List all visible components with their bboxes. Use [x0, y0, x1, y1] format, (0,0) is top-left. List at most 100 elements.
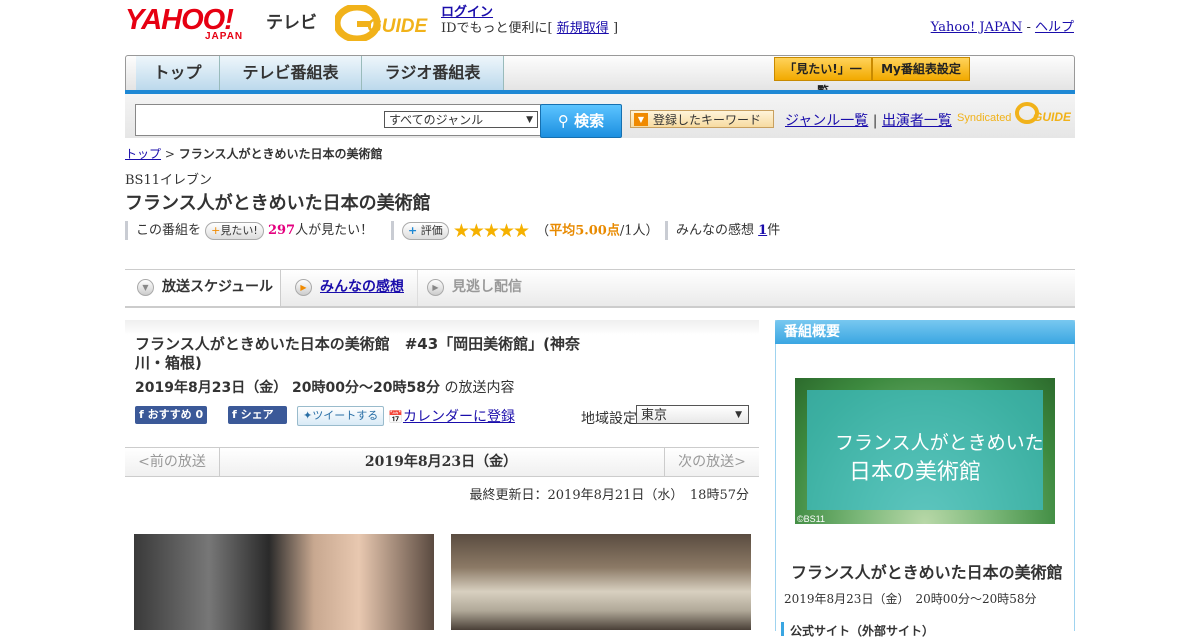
chevron-right-icon: ▶ [427, 278, 444, 296]
tab-impressions-label: みんなの感想 [320, 279, 404, 295]
facebook-share-label: シェア [240, 408, 274, 421]
facebook-icon: f [232, 408, 237, 421]
tv-logo-text[interactable]: テレビ [266, 8, 317, 33]
links-divider: | [872, 113, 878, 129]
chevron-down-icon: ▼ [137, 278, 154, 296]
tab-schedule[interactable]: ▼ 放送スケジュール [125, 270, 281, 306]
episode-photo-2 [451, 534, 751, 630]
rating-average: 平均5.00点 [549, 223, 620, 239]
calendar-register[interactable]: 📅カレンダーに登録 [388, 406, 515, 426]
breadcrumb: トップ > フランス人がときめいた日本の美術館 [125, 145, 383, 162]
want-button[interactable]: +見たい! [205, 221, 264, 240]
facebook-icon: f [139, 408, 144, 421]
impressions-label: みんなの感想 [676, 223, 755, 238]
rating-people: /1人） [619, 223, 659, 239]
nav-tab-top[interactable]: トップ [136, 56, 220, 90]
plus-icon: + [408, 224, 418, 237]
nav-tab-radio-schedule[interactable]: ラジオ番組表 [362, 56, 504, 90]
top-right-links: Yahoo! JAPAN - ヘルプ [931, 16, 1074, 35]
region-select[interactable]: 東京 ▼ [636, 405, 749, 424]
impressions-section: みんなの感想 1件 [676, 221, 780, 241]
stats-divider [391, 221, 394, 240]
tab-divider [417, 270, 418, 306]
stats-divider [125, 221, 128, 240]
calendar-register-link[interactable]: カレンダーに登録 [403, 409, 515, 425]
genre-list-link[interactable]: ジャンル一覧 [785, 113, 868, 129]
dropdown-arrow-icon: ▼ [735, 410, 742, 420]
arrow-down-icon: ▼ [634, 113, 648, 126]
want-prefix: この番組を [136, 223, 202, 238]
nav-tab-tv-schedule[interactable]: テレビ番組表 [220, 56, 362, 90]
region-label: 地域設定 [581, 411, 637, 427]
login-desc-post: ] [612, 21, 619, 36]
login-area: ログイン IDでもっと便利に[ 新規取得 ] [441, 5, 618, 37]
episode-title: フランス人がときめいた日本の美術館 #43「岡田美術館」(神奈川・箱根) [135, 335, 581, 372]
facebook-recommend-button[interactable]: f おすすめ 0 [135, 406, 208, 424]
current-broadcast-date: 2019年8月23日（金） [364, 454, 518, 470]
rating-button[interactable]: + 評価 [402, 222, 449, 240]
breadcrumb-current: フランス人がときめいた日本の美術館 [178, 147, 383, 161]
station-name: BS11イレブン [125, 173, 213, 188]
official-site-heading[interactable]: 公式サイト（外部サイト） [781, 622, 934, 638]
episode-datetime-suffix: の放送内容 [444, 380, 515, 396]
twitter-bird-icon: ✦ [303, 409, 313, 422]
tab-schedule-label: 放送スケジュール [162, 279, 274, 295]
tab-missed[interactable]: ▶ 見逃し配信 [427, 270, 522, 304]
genre-select-value: すべてのジャンル [389, 113, 484, 127]
last-updated: 最終更新日：2019年8月21日（水） 18時57分 [469, 488, 749, 503]
syndicated-gguide-logo: Syndicated GUIDE [957, 101, 1072, 125]
rating-open: （ [536, 223, 550, 239]
rating-button-label: 評価 [420, 224, 443, 237]
next-broadcast-link[interactable]: 次の放送> [664, 448, 759, 476]
signup-link[interactable]: 新規取得 [557, 21, 609, 36]
broadcast-pager: <前の放送 2019年8月23日（金） 次の放送> [125, 447, 759, 477]
dropdown-arrow-icon: ▼ [526, 115, 533, 125]
breadcrumb-separator: > [164, 147, 175, 161]
search-icon: ⚲ [557, 112, 569, 130]
yahoo-japan-link[interactable]: Yahoo! JAPAN [931, 20, 1023, 35]
my-schedule-button[interactable]: My番組表設定 [872, 57, 970, 81]
syndicated-text: Syndicated [957, 112, 1012, 124]
want-section: この番組を +見たい! 297人が見たい！ [136, 221, 373, 241]
key-visual-line1: フランス人がときめいた [835, 432, 1044, 454]
tab-impressions[interactable]: ▶ みんなの感想 [295, 270, 404, 304]
search-button[interactable]: ⚲ 検索 [540, 104, 622, 138]
impressions-count-link[interactable]: 1 [758, 223, 767, 238]
tweet-label: ツイートする [312, 409, 379, 422]
svg-text:GUIDE: GUIDE [1033, 110, 1071, 124]
program-title: フランス人がときめいた日本の美術館 [125, 193, 431, 214]
want-count: 297 [267, 223, 296, 238]
key-visual-copyright: ©BS11 [797, 514, 825, 524]
episode-datetime-row: 2019年8月23日（金） 20時00分～20時58分 の放送内容 [135, 377, 514, 397]
sidebar-datetime: 2019年8月23日（金） 20時00分～20時58分 [784, 592, 1037, 606]
login-link[interactable]: ログイン [441, 5, 493, 20]
program-key-visual: フランス人がときめいた 日本の美術館 ©BS11 [795, 378, 1055, 524]
gguide-logo[interactable]: GUIDE [335, 5, 432, 41]
want-list-button[interactable]: 「見たい!」一覧 [774, 57, 872, 98]
stats-divider [665, 221, 668, 240]
japan-logo-text: JAPAN [205, 31, 244, 42]
chevron-right-icon: ▶ [295, 278, 312, 296]
facebook-share-button[interactable]: f シェア [228, 406, 287, 424]
prev-broadcast-link[interactable]: <前の放送 [125, 448, 220, 476]
genre-select[interactable]: すべてのジャンル ▼ [384, 111, 538, 128]
gguide-mini-logo-icon: GUIDE [1014, 102, 1072, 124]
program-stats-row: この番組を +見たい! 297人が見たい！ + 評価 ★★★★★ （平均5.00… [125, 221, 825, 241]
key-visual-line2: 日本の美術館 [849, 460, 982, 485]
registered-keyword-button[interactable]: ▼ 登録したキーワード [630, 110, 774, 128]
tweet-button[interactable]: ✦ツイートする [297, 406, 385, 426]
episode-datetime: 2019年8月23日（金） 20時00分～20時58分 [135, 380, 440, 396]
want-button-label: 見たい! [220, 223, 258, 237]
performer-list-link[interactable]: 出演者一覧 [882, 113, 952, 129]
rating-stars: ★★★★★ [452, 220, 530, 242]
search-links: ジャンル一覧 | 出演者一覧 [785, 110, 952, 130]
rating-section: + 評価 ★★★★★ （平均5.00点/1人） [402, 221, 659, 242]
sidebar-program-title: フランス人がときめいた日本の美術館 [791, 563, 1063, 582]
want-suffix: 人が見たい！ [295, 223, 374, 238]
sidebar-heading: 番組概要 [775, 320, 1075, 344]
yahoo-japan-logo[interactable]: YAHOO! JAPAN [125, 5, 242, 42]
help-link[interactable]: ヘルプ [1035, 20, 1074, 35]
search-button-label: 検索 [574, 112, 605, 130]
region-select-value: 東京 [641, 408, 668, 423]
breadcrumb-top-link[interactable]: トップ [125, 147, 161, 161]
